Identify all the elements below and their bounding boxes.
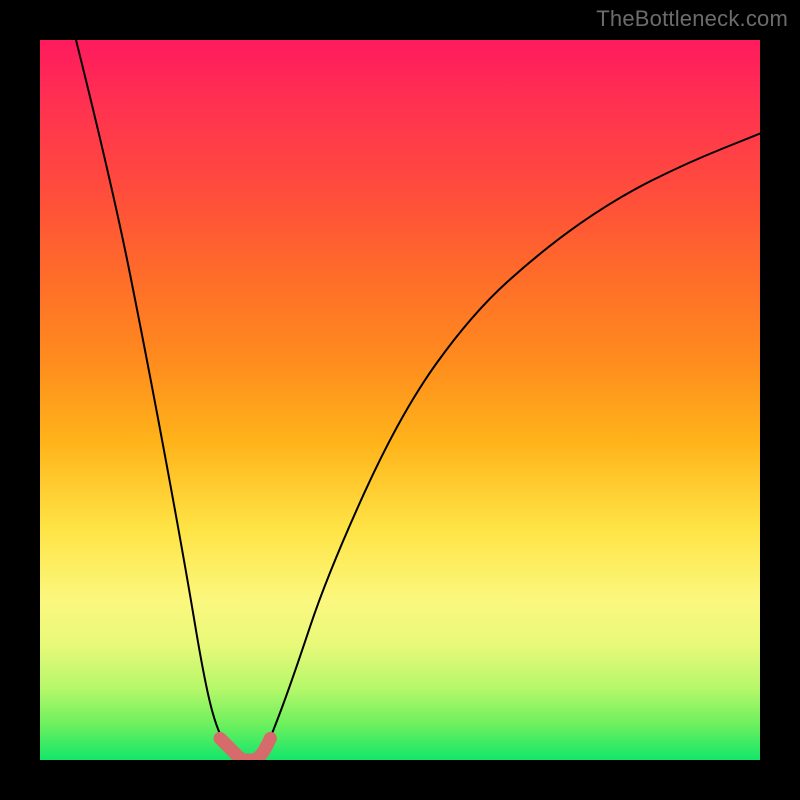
watermark-text: TheBottleneck.com bbox=[596, 6, 788, 32]
plot-area bbox=[40, 40, 760, 760]
curve-layer bbox=[40, 40, 760, 760]
chart-frame: TheBottleneck.com bbox=[0, 0, 800, 800]
bottleneck-curve-line bbox=[76, 40, 760, 760]
notch-highlight-line bbox=[220, 738, 270, 760]
